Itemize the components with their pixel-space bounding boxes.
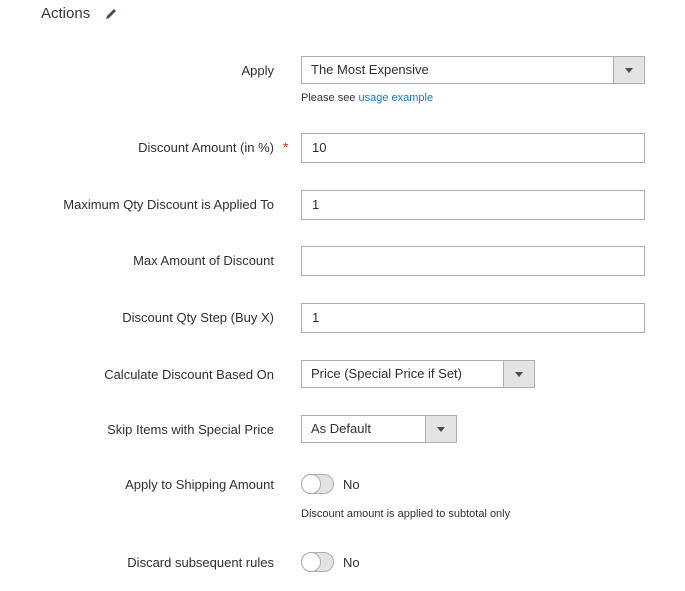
chevron-down-icon [503, 361, 534, 387]
max-qty-label: Maximum Qty Discount is Applied To [63, 197, 274, 212]
section-header: Actions [41, 5, 118, 22]
apply-label: Apply [241, 63, 274, 78]
usage-example-link[interactable]: usage example [359, 92, 434, 104]
discard-rules-value: No [343, 555, 360, 570]
skip-special-select[interactable]: As Default [301, 415, 457, 443]
discount-amount-input[interactable]: 10 [301, 133, 645, 163]
discard-rules-toggle[interactable] [301, 552, 334, 572]
discard-rules-label: Discard subsequent rules [127, 555, 274, 570]
apply-select-value: The Most Expensive [311, 62, 429, 77]
apply-shipping-value: No [343, 477, 360, 492]
qty-step-label: Discount Qty Step (Buy X) [122, 310, 274, 325]
skip-special-value: As Default [311, 421, 371, 436]
calc-based-on-select[interactable]: Price (Special Price if Set) [301, 360, 535, 388]
calc-based-on-label: Calculate Discount Based On [104, 367, 274, 382]
apply-select[interactable]: The Most Expensive [301, 56, 645, 84]
apply-shipping-label: Apply to Shipping Amount [125, 477, 274, 492]
pencil-icon[interactable] [104, 7, 118, 21]
toggle-knob [301, 474, 321, 494]
calc-based-on-value: Price (Special Price if Set) [311, 366, 462, 381]
max-amount-label: Max Amount of Discount [133, 253, 274, 268]
toggle-knob [301, 552, 321, 572]
chevron-down-icon [613, 57, 644, 83]
chevron-down-icon [425, 416, 456, 442]
skip-special-label: Skip Items with Special Price [107, 422, 274, 437]
qty-step-input[interactable]: 1 [301, 303, 645, 333]
max-amount-input[interactable] [301, 246, 645, 276]
apply-note-text: Please see [301, 92, 356, 104]
discount-amount-label: Discount Amount (in %) [138, 140, 274, 155]
apply-shipping-note: Discount amount is applied to subtotal o… [301, 508, 511, 520]
section-title: Actions [41, 5, 91, 22]
required-indicator: * [283, 139, 289, 155]
apply-note: Please see usage example [301, 92, 433, 104]
max-qty-input[interactable]: 1 [301, 190, 645, 220]
apply-shipping-toggle[interactable] [301, 474, 334, 494]
